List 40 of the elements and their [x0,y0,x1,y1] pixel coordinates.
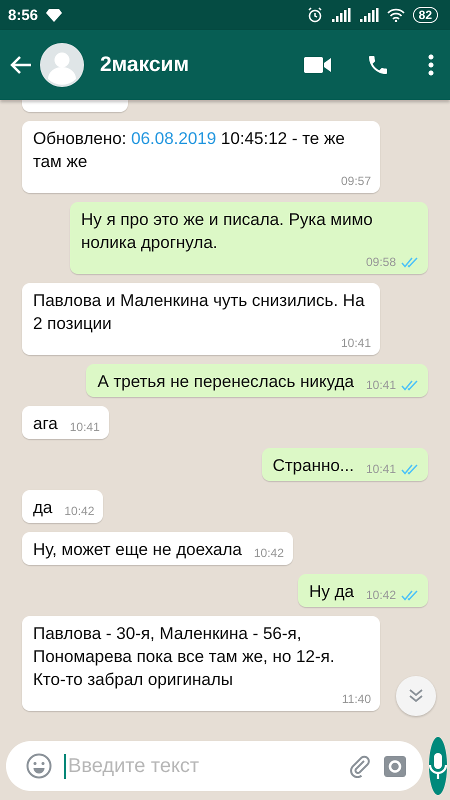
message-time: 10:42 [254,545,284,561]
camera-icon[interactable] [383,754,407,778]
message-text: Павлова - 30-я, Маленкина - 56-я, Пономарева пока все там же, но 12-я. Кто-то забрал оригиналы [33,623,336,691]
message-field[interactable]: Введите текст [6,741,423,791]
message-time: 10:42 [64,503,94,519]
diamond-icon [46,8,62,22]
message-text: Странно... [272,455,354,477]
message-time: 09:57 [340,173,371,189]
message-time: 10:41 [70,419,100,435]
message-text: Обновлено: 06.08.2019 10:45:12 - те же там же [33,128,346,173]
message-text: А третья не перенеслась никуда [97,371,354,393]
message-input[interactable]: Введите текст [64,754,335,778]
message-time: 10:41 [340,335,371,351]
message-text: Ну я про это же и писала. Рука мимо нолика дрогнула. [81,209,374,254]
message-text: ага [33,413,58,435]
status-time: 8:56 [8,6,38,24]
scroll-down-icon[interactable] [396,676,436,716]
signal-icon [330,8,351,22]
message-text: да [33,497,52,519]
message-time: 10:41 [366,377,396,393]
message-time: 10:41 [366,461,396,477]
wifi-icon [386,8,405,22]
message-text: Павлова и Маленкина чуть снизились. На 2 позиции [33,290,366,335]
more-icon[interactable] [428,54,434,76]
message-time: 10:42 [366,587,396,603]
signal-icon [358,8,379,22]
paperclip-icon[interactable] [347,754,371,778]
contact-name[interactable]: 2максим [100,53,189,77]
back-icon[interactable] [10,55,32,75]
message-time: 11:40 [342,691,371,707]
microphone-button[interactable] [429,737,447,795]
message-text: Ну да [309,581,354,603]
battery-level: 82 [412,7,438,23]
video-call-icon[interactable] [304,56,332,74]
phone-icon[interactable] [366,53,390,77]
message-time: 09:58 [366,254,396,270]
emoji-icon[interactable] [26,753,52,779]
alarm-icon [306,7,323,23]
avatar-icon[interactable] [40,43,84,87]
message-text: Ну, может еще не доехала [33,539,242,561]
